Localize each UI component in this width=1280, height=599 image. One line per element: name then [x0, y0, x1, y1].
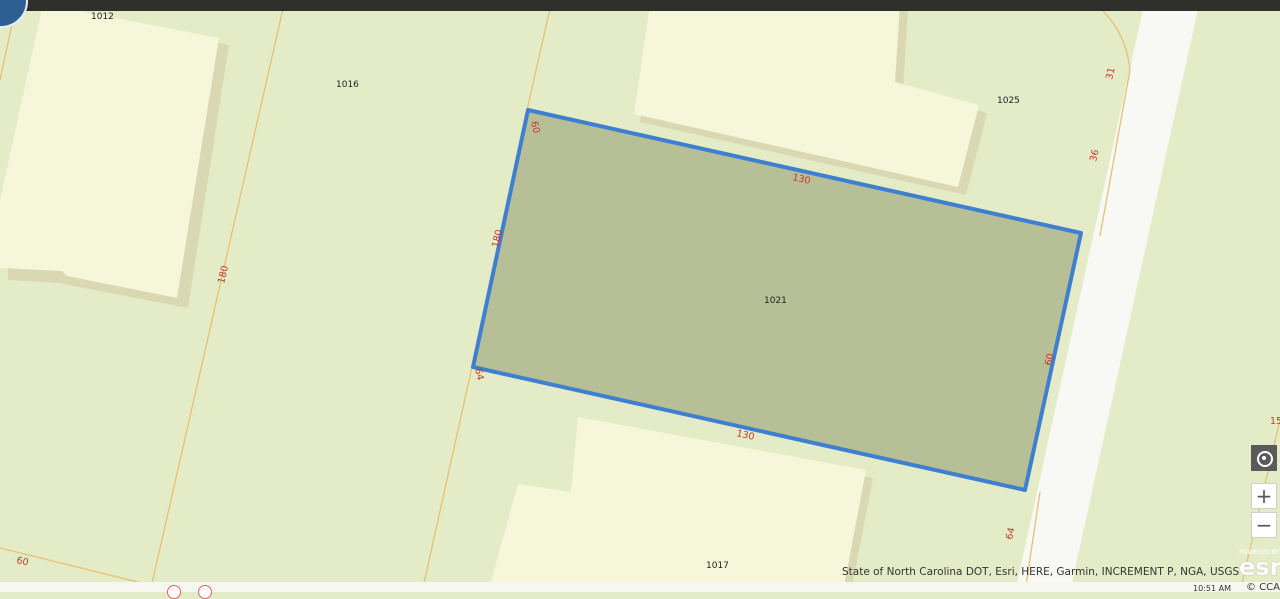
- zoom-out-button[interactable]: −: [1251, 512, 1277, 538]
- parcel-map[interactable]: 1012 1016 1025 1021 1017 60 180 180 130 …: [0, 0, 1280, 592]
- esri-wordmark: esri: [1239, 553, 1280, 581]
- lot-label-1012: 1012: [91, 12, 114, 22]
- bottom-strip: [0, 582, 1280, 592]
- red-circle-icon[interactable]: [198, 585, 212, 599]
- lot-label-1025: 1025: [997, 96, 1020, 106]
- esri-logo[interactable]: POWERED BY esri: [1237, 549, 1280, 583]
- locate-button[interactable]: [1251, 445, 1277, 471]
- lot-label-1021: 1021: [764, 296, 787, 306]
- top-bar: [0, 0, 1280, 11]
- locate-icon-dot: [1262, 456, 1266, 460]
- zoom-in-button[interactable]: +: [1251, 483, 1277, 509]
- map-attribution: State of North Carolina DOT, Esri, HERE,…: [842, 566, 1240, 578]
- lot-label-1016: 1016: [336, 80, 359, 90]
- lot-label-1017: 1017: [706, 561, 729, 571]
- copyright-text: © CCAR: [1246, 582, 1280, 593]
- dim-label: 15: [1270, 416, 1280, 427]
- red-circle-icon[interactable]: [167, 585, 181, 599]
